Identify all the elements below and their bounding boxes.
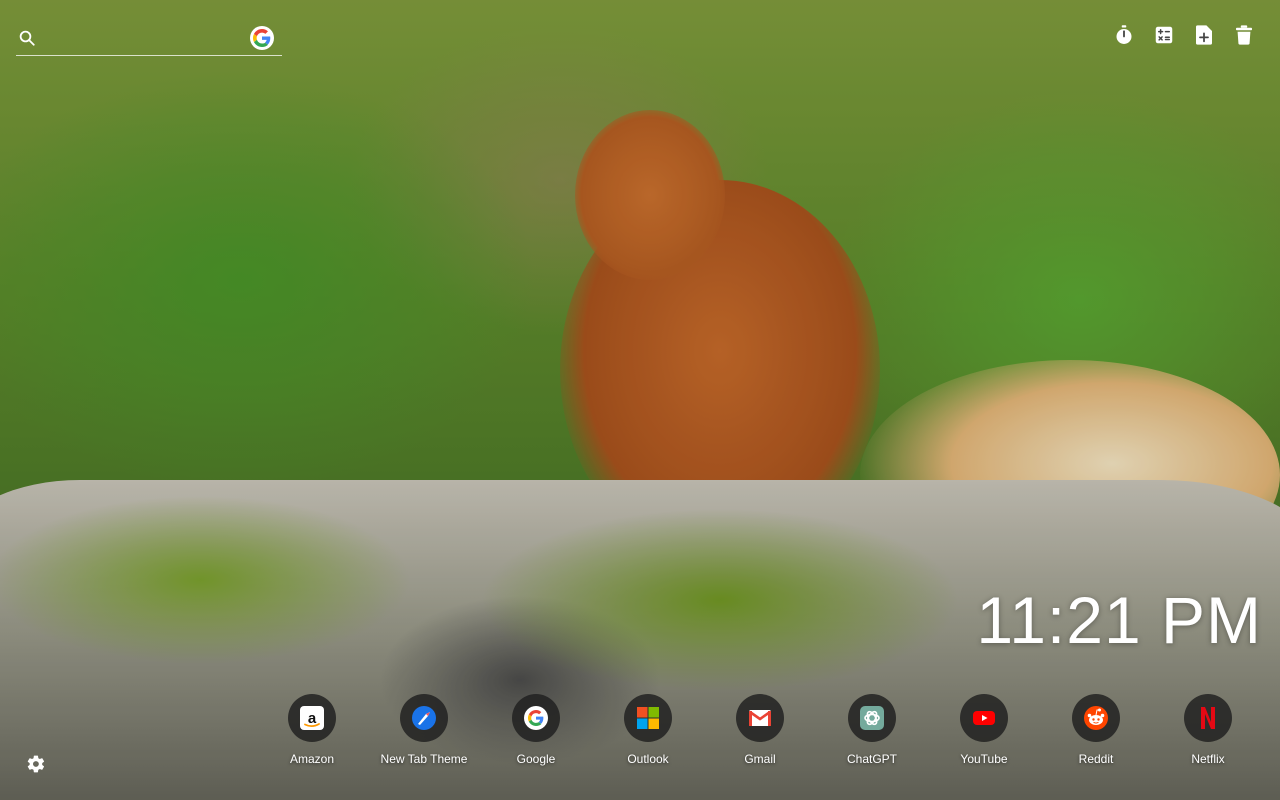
outlook-icon — [637, 707, 659, 729]
wallpaper-background — [0, 0, 1280, 800]
shortcut-amazon[interactable]: a Amazon — [256, 694, 368, 766]
shortcut-label: Google — [516, 752, 556, 766]
shortcut-chatgpt[interactable]: ChatGPT — [816, 694, 928, 766]
shortcut-label: Netflix — [1191, 752, 1225, 766]
clock-display: 11:21 PM — [976, 583, 1262, 657]
shortcut-netflix[interactable]: Netflix — [1152, 694, 1264, 766]
shortcut-outlook[interactable]: Outlook — [592, 694, 704, 766]
shortcut-label: Reddit — [1078, 752, 1114, 766]
search-icon[interactable] — [16, 27, 38, 49]
search-input[interactable] — [38, 29, 250, 46]
amazon-icon: a — [300, 706, 324, 730]
calculator-icon[interactable] — [1154, 24, 1174, 46]
shortcut-label: Amazon — [289, 752, 335, 766]
new-tab-theme-icon — [412, 706, 436, 730]
chatgpt-icon — [860, 706, 884, 730]
shortcut-label: Outlook — [627, 752, 669, 766]
youtube-icon — [973, 711, 995, 725]
shortcut-label: New Tab Theme — [380, 752, 468, 766]
shortcut-reddit[interactable]: Reddit — [1040, 694, 1152, 766]
gear-icon[interactable] — [26, 754, 46, 774]
shortcut-gmail[interactable]: Gmail — [704, 694, 816, 766]
trash-icon[interactable] — [1234, 24, 1254, 46]
shortcut-google[interactable]: Google — [480, 694, 592, 766]
add-note-icon[interactable] — [1194, 24, 1214, 46]
reddit-icon — [1084, 706, 1108, 730]
shortcut-label: ChatGPT — [846, 752, 897, 766]
gmail-icon — [749, 710, 771, 726]
google-g-icon[interactable] — [250, 25, 274, 50]
top-toolbar — [1114, 24, 1254, 46]
timer-icon[interactable] — [1114, 24, 1134, 46]
search-bar[interactable] — [16, 20, 282, 56]
netflix-icon — [1201, 707, 1215, 729]
shortcut-dock: a Amazon New Tab Theme Google Outlook Gm… — [256, 694, 1264, 766]
google-icon — [524, 706, 548, 730]
shortcut-youtube[interactable]: YouTube — [928, 694, 1040, 766]
shortcut-label: Gmail — [744, 752, 776, 766]
shortcut-new-tab-theme[interactable]: New Tab Theme — [368, 694, 480, 766]
shortcut-label: YouTube — [960, 752, 1008, 766]
svg-text:a: a — [308, 710, 317, 727]
